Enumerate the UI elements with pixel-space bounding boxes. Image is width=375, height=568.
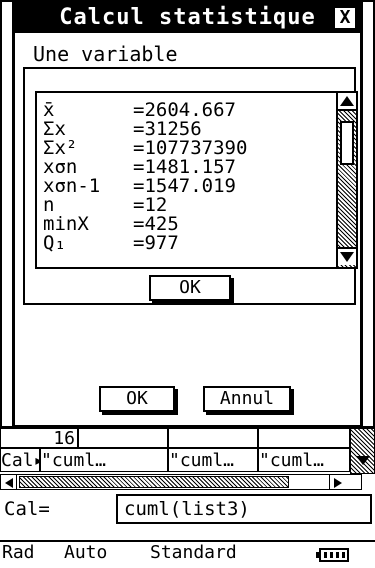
chevron-down-icon[interactable]: [355, 452, 371, 468]
scroll-down-icon[interactable]: [338, 247, 356, 265]
row-header[interactable]: Cal▸: [0, 448, 40, 472]
stats-list[interactable]: x̄ =2604.667 Σx =31256 Σx² =107737390 xσ…: [35, 91, 358, 269]
row-number: 16: [0, 428, 78, 448]
ok-inner-button[interactable]: OK: [149, 275, 231, 301]
scroll-thumb[interactable]: [19, 476, 289, 488]
cancel-button[interactable]: Annul: [203, 386, 291, 412]
result-panel: x̄ =2604.667 Σx =31256 Σx² =107737390 xσ…: [23, 67, 358, 305]
horizontal-scrollbar[interactable]: [0, 474, 362, 490]
scroll-thumb[interactable]: [340, 121, 354, 165]
close-icon[interactable]: X: [334, 7, 356, 29]
stats-scrollbar[interactable]: [336, 93, 356, 267]
stat-label: Q₁: [43, 232, 66, 254]
sheet-cell: [78, 428, 168, 448]
sheet-cell[interactable]: "cuml…: [258, 448, 350, 472]
scroll-right-icon[interactable]: [329, 475, 345, 489]
calc-mode[interactable]: Auto: [64, 542, 107, 564]
sheet-cell: [258, 428, 350, 448]
sheet-cell[interactable]: "cuml…: [40, 448, 168, 472]
sheet-cell[interactable]: "cuml…: [168, 448, 258, 472]
scroll-left-icon[interactable]: [1, 475, 17, 489]
sheet-cell: [168, 428, 258, 448]
status-bar: Rad Auto Standard: [0, 540, 375, 563]
cal-label: Cal=: [4, 498, 50, 520]
angle-mode[interactable]: Rad: [2, 542, 35, 564]
dialog-subtitle: Une variable: [33, 42, 178, 66]
stat-calc-dialog: Calcul statistique X Une variable x̄ =26…: [12, 0, 363, 428]
scroll-up-icon[interactable]: [338, 93, 356, 111]
ok-button[interactable]: OK: [99, 386, 175, 412]
background-app-right-edge: [361, 0, 375, 428]
cal-input[interactable]: cuml(list3): [116, 494, 372, 524]
display-format[interactable]: Standard: [150, 542, 237, 564]
dialog-title: Calcul statistique: [15, 3, 360, 33]
battery-icon: [316, 546, 350, 562]
stat-value: =977: [133, 232, 179, 254]
